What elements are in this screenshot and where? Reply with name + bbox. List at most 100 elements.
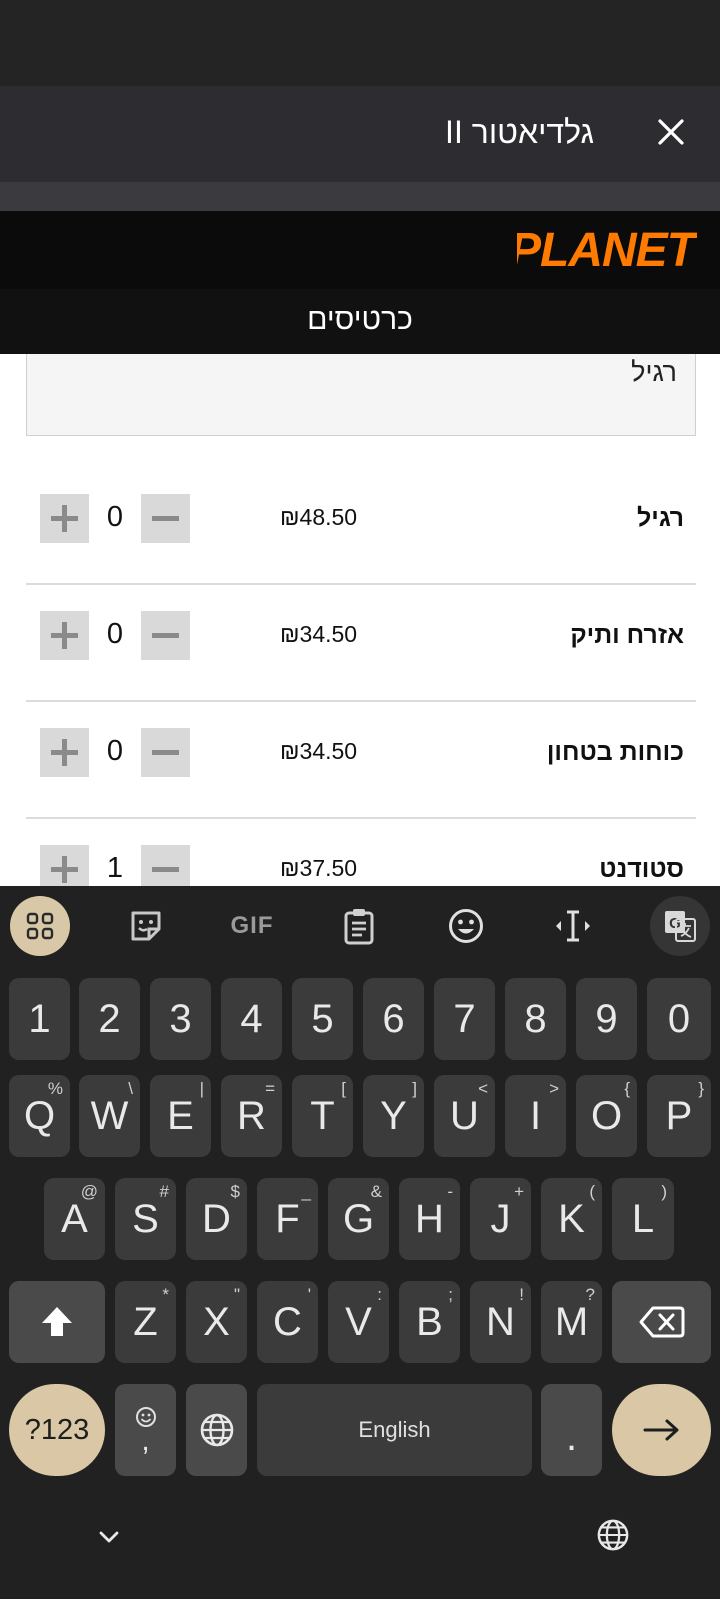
key-n[interactable]: N! xyxy=(470,1281,531,1363)
ticket-price: ₪34.50 xyxy=(280,738,358,764)
key-v[interactable]: V: xyxy=(328,1281,389,1363)
key-e-hint: | xyxy=(199,1079,204,1098)
key-y-hint: ] xyxy=(412,1079,417,1098)
space-key[interactable]: English xyxy=(257,1384,532,1476)
key-e-label: E xyxy=(167,1093,194,1138)
increment-button[interactable] xyxy=(40,728,89,777)
key-w-hint: \ xyxy=(128,1079,133,1098)
key-7[interactable]: 7 xyxy=(434,978,495,1060)
key-j-hint: + xyxy=(514,1182,524,1201)
language-key[interactable] xyxy=(186,1384,247,1476)
shift-key[interactable] xyxy=(9,1281,105,1363)
key-v-hint: : xyxy=(377,1285,382,1304)
emoji-icon xyxy=(449,909,483,943)
key-q[interactable]: Q% xyxy=(9,1075,70,1157)
decrement-button[interactable] xyxy=(141,611,190,660)
key-3[interactable]: 3 xyxy=(150,978,211,1060)
key-9[interactable]: 9 xyxy=(576,978,637,1060)
key-w-label: W xyxy=(90,1093,129,1138)
key-p-label: P xyxy=(665,1093,693,1138)
key-p[interactable]: P} xyxy=(647,1075,711,1157)
key-t-hint: [ xyxy=(341,1079,346,1098)
decrement-button[interactable] xyxy=(141,845,190,886)
key-b[interactable]: B; xyxy=(399,1281,460,1363)
key-g[interactable]: G & xyxy=(328,1178,389,1260)
globe-icon[interactable] xyxy=(596,1518,630,1552)
increment-button[interactable] xyxy=(40,845,89,886)
planet-logo: PLANET xyxy=(517,224,697,277)
key-h-hint: - xyxy=(447,1182,453,1201)
key-6[interactable]: 6 xyxy=(363,978,424,1060)
close-button[interactable] xyxy=(653,114,689,150)
key-l-hint: ) xyxy=(661,1182,667,1201)
key-y[interactable]: Y] xyxy=(363,1075,424,1157)
translate-button[interactable]: G xyxy=(650,896,710,956)
gif-button[interactable]: GIF xyxy=(224,900,280,952)
clipboard-button[interactable] xyxy=(331,900,387,952)
backspace-icon xyxy=(639,1306,684,1338)
key-x[interactable]: X " xyxy=(186,1281,247,1363)
key-i[interactable]: I > xyxy=(505,1075,566,1157)
text-editing-button[interactable] xyxy=(545,900,601,952)
key-5[interactable]: 5 xyxy=(292,978,353,1060)
decrement-button[interactable] xyxy=(141,728,190,777)
key-t[interactable]: T[ xyxy=(292,1075,353,1157)
symbols-key[interactable]: ?123 xyxy=(9,1384,105,1476)
brand-bar: PLANET xyxy=(0,211,720,289)
key-u[interactable]: U < xyxy=(434,1075,495,1157)
backspace-key[interactable] xyxy=(612,1281,711,1363)
divider-strip xyxy=(0,182,720,211)
ticket-row: סטודנט ₪37.50 1 xyxy=(26,819,696,886)
key-t-label: T xyxy=(310,1093,335,1138)
key-o[interactable]: O{ xyxy=(576,1075,637,1157)
period-key[interactable]: . xyxy=(541,1384,602,1476)
key-8[interactable]: 8 xyxy=(505,978,566,1060)
key-l[interactable]: L) xyxy=(612,1178,674,1260)
key-1[interactable]: 1 xyxy=(9,978,70,1060)
key-h[interactable]: H- xyxy=(399,1178,460,1260)
key-s[interactable]: S # xyxy=(115,1178,176,1260)
key-4[interactable]: 4 xyxy=(221,978,282,1060)
ticket-row: כוחות בטחון ₪34.50 0 xyxy=(26,702,696,819)
key-h-label: H xyxy=(415,1196,444,1241)
key-c-hint: ' xyxy=(307,1285,311,1304)
emoji-button[interactable] xyxy=(438,900,494,952)
key-i-hint: > xyxy=(549,1079,559,1098)
key-a[interactable]: A @ xyxy=(44,1178,105,1260)
chevron-down-icon[interactable] xyxy=(96,1524,122,1550)
emoji-comma-key[interactable]: , xyxy=(115,1384,176,1476)
key-e[interactable]: E | xyxy=(150,1075,211,1157)
key-f[interactable]: F _ xyxy=(257,1178,318,1260)
key-k[interactable]: K( xyxy=(541,1178,602,1260)
key-j[interactable]: J + xyxy=(470,1178,531,1260)
key-2[interactable]: 2 xyxy=(79,978,140,1060)
grid-icon xyxy=(26,912,54,940)
ticket-type-select[interactable]: רגיל xyxy=(26,354,696,436)
decrement-button[interactable] xyxy=(141,494,190,543)
key-v-label: V xyxy=(345,1299,372,1344)
ticket-name: כוחות בטחון xyxy=(546,738,684,766)
apps-button[interactable] xyxy=(10,896,70,956)
sticker-button[interactable] xyxy=(118,900,174,952)
section-title: כרטיסים xyxy=(307,303,413,336)
key-c[interactable]: C ' xyxy=(257,1281,318,1363)
ticket-price: ₪48.50 xyxy=(280,504,358,530)
key-0[interactable]: 0 xyxy=(647,978,711,1060)
enter-key[interactable] xyxy=(612,1384,711,1476)
key-z[interactable]: Z * xyxy=(115,1281,176,1363)
key-m[interactable]: M? xyxy=(541,1281,602,1363)
increment-button[interactable] xyxy=(40,494,89,543)
key-r-label: R xyxy=(237,1093,266,1138)
increment-button[interactable] xyxy=(40,611,89,660)
key-r[interactable]: R = xyxy=(221,1075,282,1157)
ticket-row: אזרח ותיק ₪34.50 0 xyxy=(26,585,696,702)
key-x-label: X xyxy=(203,1299,230,1344)
comma-label: , xyxy=(141,1424,150,1457)
key-a-hint: @ xyxy=(80,1182,98,1201)
key-l-label: L xyxy=(631,1196,655,1241)
ticket-price: ₪34.50 xyxy=(280,621,358,647)
key-i-label: I xyxy=(529,1093,542,1138)
key-w[interactable]: W \ xyxy=(79,1075,140,1157)
key-d[interactable]: D $ xyxy=(186,1178,247,1260)
key-g-label: G xyxy=(342,1196,375,1241)
